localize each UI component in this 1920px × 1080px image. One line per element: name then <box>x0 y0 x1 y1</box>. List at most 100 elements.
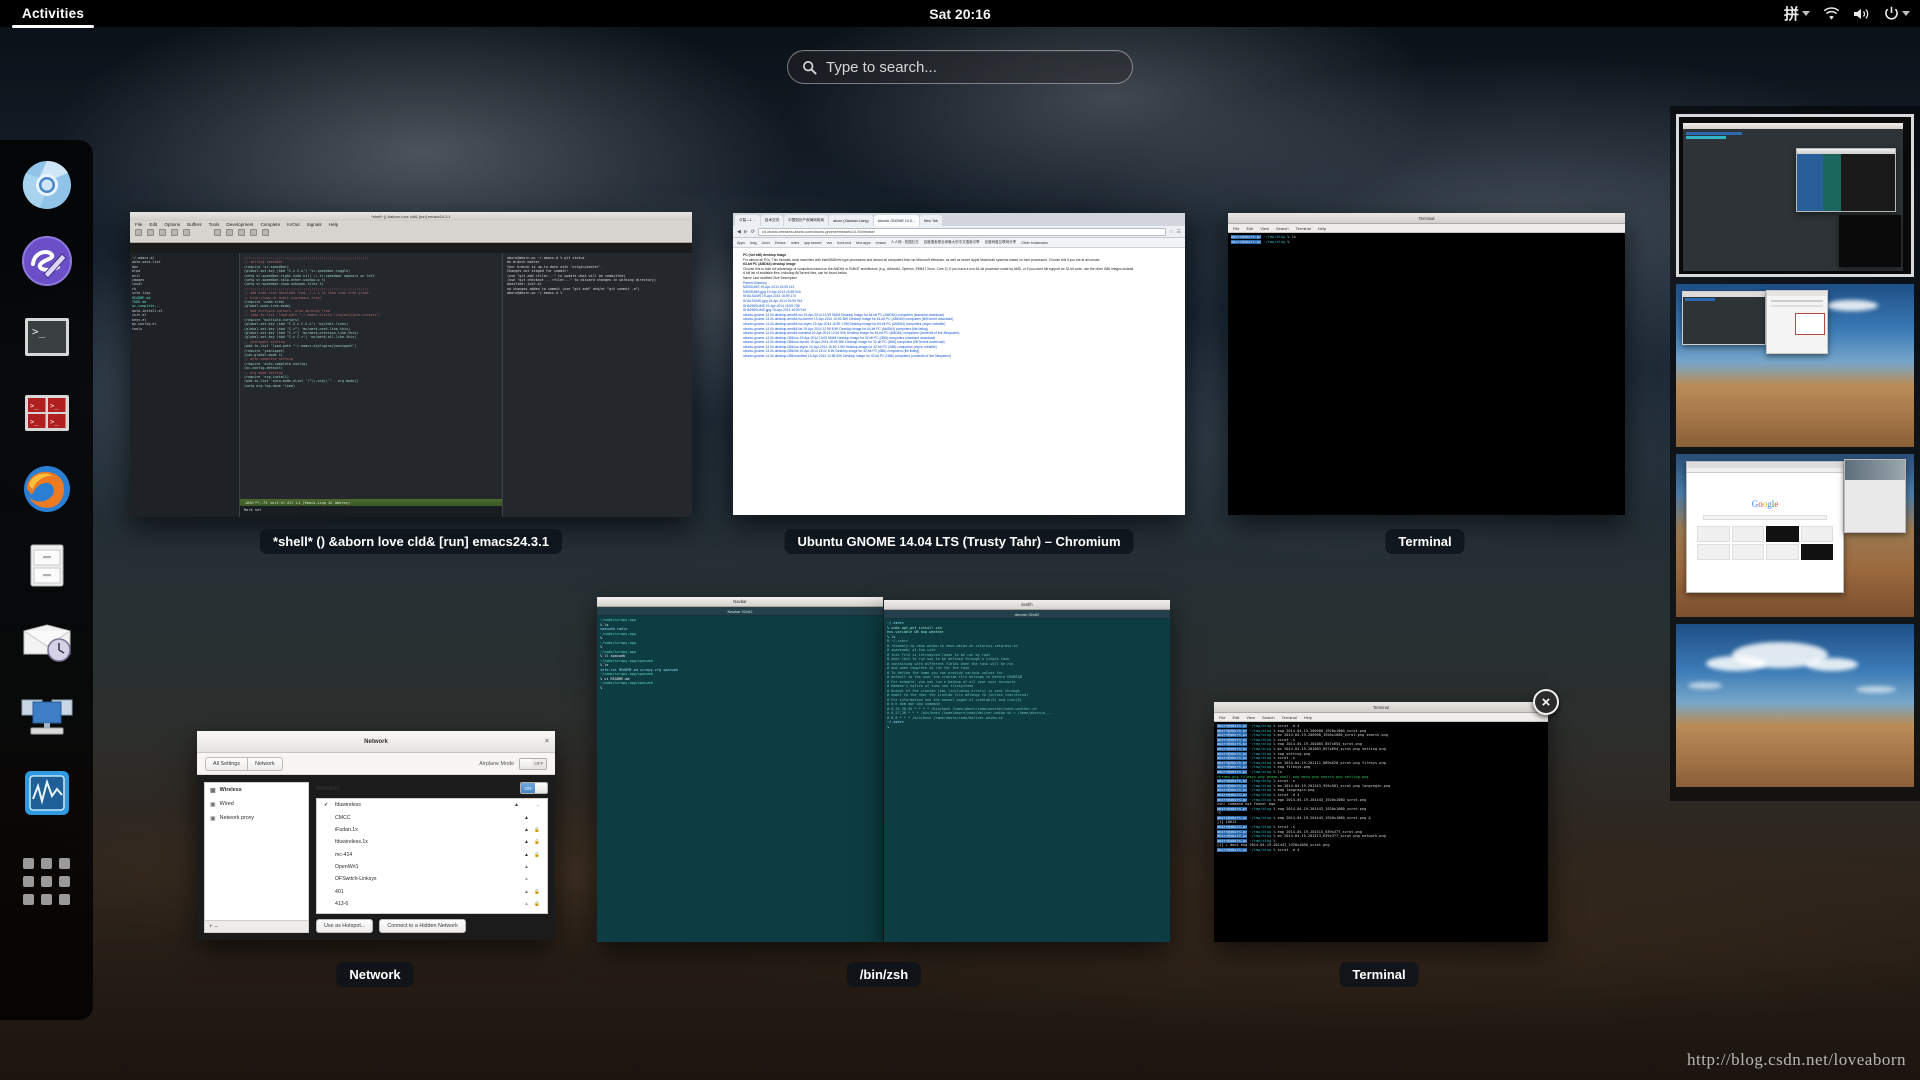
wireless-network-row[interactable]: fduwireless.1x ▲ 🔒 <box>317 836 547 848</box>
window-label-chromium[interactable]: Ubuntu GNOME 14.04 LTS (Trusty Tahr) – C… <box>784 529 1134 554</box>
workspace-thumbnail-4[interactable] <box>1676 624 1914 787</box>
ime-indicator[interactable]: 拼 <box>1784 3 1810 24</box>
emacs-menubar[interactable]: File Edit Options Buffers Tools Development Co… <box>130 221 692 228</box>
terminal-menu-item[interactable]: Help <box>1318 226 1326 231</box>
airplane-mode-toggle[interactable]: OFF <box>519 757 547 770</box>
network-sidebar-item[interactable]: ▣ Network proxy <box>205 811 308 825</box>
window-thumbnail-zsh-left[interactable]: Navbar Navbar 92x52 ~/code/scrapy.app% l… <box>597 597 883 942</box>
toolbar-save-icon[interactable] <box>159 229 166 236</box>
network-button[interactable]: Network <box>247 756 283 771</box>
window-label-zsh[interactable]: /bin/zsh <box>846 962 922 987</box>
remove-connection-button[interactable]: – <box>215 924 218 930</box>
window-thumbnail-zsh-right[interactable]: iteshh devzsh 92x52 ~/.zshrc% sudo apt-g… <box>884 600 1170 942</box>
toolbar-search-icon[interactable] <box>262 229 269 236</box>
window-label-terminal-bottom[interactable]: Terminal <box>1339 962 1419 987</box>
toolbar-paste-icon[interactable] <box>250 229 257 236</box>
network-dialog[interactable]: Network × All Settings Network Airplane … <box>197 731 555 940</box>
toolbar-cut-icon[interactable] <box>226 229 233 236</box>
bookmark-item[interactable]: Other bookmarks <box>1021 241 1048 245</box>
emacs-menu-item[interactable]: Complete <box>260 222 280 227</box>
bookmark-item[interactable]: lang <box>750 241 757 245</box>
bookmark-item[interactable]: emacs <box>876 241 886 245</box>
star-icon[interactable]: ☆ <box>1169 229 1173 235</box>
search-entry[interactable]: Type to search... <box>787 50 1133 84</box>
terminal-menu-item[interactable]: Terminal <box>1282 715 1297 720</box>
dired-entry[interactable]: tools <box>132 327 237 331</box>
terminal-top-output[interactable]: aborn@aborn-pc ~/tmp/blog % ls aborn@abor… <box>1228 233 1625 515</box>
chromium-tab[interactable]: New Tab <box>919 215 942 226</box>
wireless-network-row[interactable]: iFudan.1x ▲ 🔒 <box>317 824 547 836</box>
emacs-toolbar[interactable] <box>130 228 692 237</box>
bookmark-item[interactable]: vue <box>827 241 833 245</box>
wireless-network-row[interactable]: CMCC ▲ <box>317 811 547 823</box>
dock-item-chromium[interactable] <box>20 158 74 212</box>
bookmark-item[interactable]: Emacs <box>775 241 786 245</box>
emacs-menu-item[interactable]: Buffers <box>187 222 201 227</box>
power-indicator[interactable] <box>1884 6 1910 21</box>
workspace-thumbnail-2[interactable] <box>1676 284 1914 447</box>
terminal-top-menubar[interactable]: File Edit View Search Terminal Help <box>1228 224 1625 233</box>
zsh-left-window[interactable]: Navbar Navbar 92x52 ~/code/scrapy.app% l… <box>597 597 883 942</box>
show-applications-button[interactable] <box>23 858 70 905</box>
bookmark-item[interactable]: 人人网 - 校园社交 <box>891 240 919 245</box>
terminal-top-window[interactable]: Terminal File Edit View Search Terminal Help … <box>1228 213 1625 515</box>
terminal-menu-item[interactable]: Help <box>1304 715 1312 720</box>
workspace-thumbnail-3[interactable]: Google <box>1676 454 1914 617</box>
wireless-toggle[interactable]: ON <box>520 782 548 794</box>
chromium-tab[interactable]: 中国知识产权局网络商 <box>784 215 829 226</box>
toolbar-undo-icon[interactable] <box>214 229 221 236</box>
wireless-network-row[interactable]: mc-414 ▲ 🔒 <box>317 849 547 861</box>
workspace-thumbnail-1[interactable] <box>1676 114 1914 277</box>
window-thumbnail-emacs[interactable]: *shell* () &aborn love cld& [run] emacs2… <box>130 212 692 517</box>
bookmark-item[interactable]: app.search <box>804 241 821 245</box>
wireless-network-row[interactable]: 413-6 ▲ 🔒 <box>317 898 547 910</box>
emacs-shell-pane[interactable]: aborn@aborn-pc ~/.emacs.d % git status On… <box>502 253 692 517</box>
emacs-menu-item[interactable]: Options <box>164 222 180 227</box>
close-icon[interactable]: × <box>545 738 549 745</box>
bookmark-item[interactable]: notes <box>791 241 800 245</box>
emacs-code-pane[interactable]: ;;;;;;;;;;;;;;;;;;;;;;;;;;;;;;;;;;;;;;;;… <box>240 253 502 517</box>
bookmark-item[interactable]: 百度网盘互联网分享 <box>985 240 1017 245</box>
close-window-button[interactable]: × <box>1533 689 1559 715</box>
network-sidebar-item[interactable]: ▣ Wired <box>205 797 308 811</box>
wireless-network-row[interactable]: ✔ fduwireless ▲ → <box>317 799 547 811</box>
emacs-menu-item[interactable]: Development <box>226 222 253 227</box>
clock[interactable]: Sat 20:16 <box>929 6 990 22</box>
forward-icon[interactable]: ▶ <box>744 229 748 235</box>
bookmark-item[interactable]: front-end <box>837 241 851 245</box>
connect-hidden-network-button[interactable]: Connect to a Hidden Network <box>379 919 466 933</box>
bookmark-item[interactable]: test-apps <box>856 241 870 245</box>
terminal-bottom-menubar[interactable]: File Edit View Search Terminal Help <box>1214 713 1548 722</box>
window-thumbnail-terminal-top[interactable]: Terminal File Edit View Search Terminal Help … <box>1228 213 1625 515</box>
emacs-menu-item[interactable]: File <box>135 222 142 227</box>
emacs-dired-pane[interactable]: ~/.emacs.d/auto-save-list doc elpa evil imag… <box>130 253 240 517</box>
toolbar-print-icon[interactable] <box>183 229 190 236</box>
dock-item-remote-desktop[interactable] <box>20 690 74 744</box>
network-sidebar[interactable]: ▣ Wireless ▣ Wired ▣ Network proxy + – <box>204 782 309 933</box>
bookmark-item[interactable]: Linux <box>762 241 770 245</box>
window-thumbnail-terminal-bottom[interactable]: Terminal File Edit View Search Terminal Help … <box>1214 702 1548 942</box>
chromium-tabstrip[interactable]: 众智—1 ... 技术交流 中国知识产权局网络商 aborn (Xiaobao Lia… <box>733 213 1185 226</box>
emacs-window[interactable]: *shell* () &aborn love cld& [run] emacs2… <box>130 212 692 517</box>
toolbar-copy-icon[interactable] <box>238 229 245 236</box>
emacs-menu-item[interactable]: Signals <box>307 222 322 227</box>
chromium-tab[interactable]: 众智—1 ... <box>735 215 760 226</box>
terminal-menu-item[interactable]: Terminal <box>1296 226 1311 231</box>
address-bar[interactable]: cd.ubuntu-releases.ubuntu.com/ubuntu-gno… <box>757 227 1167 236</box>
dock-item-terminator[interactable]: >_ >_ >_ >_ <box>20 386 74 440</box>
window-label-network[interactable]: Network <box>336 962 414 987</box>
toolbar-open-icon[interactable] <box>147 229 154 236</box>
chromium-tab[interactable]: Ubuntu GNOME 14.0... <box>873 215 919 226</box>
menu-icon[interactable]: ☰ <box>1177 229 1181 235</box>
terminal-bottom-window[interactable]: Terminal File Edit View Search Terminal Help … <box>1214 702 1548 942</box>
dock-item-terminal[interactable]: >_ <box>20 310 74 364</box>
emacs-menu-item[interactable]: Tools <box>209 222 220 227</box>
wifi-indicator[interactable] <box>1823 6 1840 21</box>
window-label-terminal-top[interactable]: Terminal <box>1385 529 1465 554</box>
terminal-menu-item[interactable]: View <box>1246 715 1255 720</box>
terminal-bottom-output[interactable]: aborn@aborn-pc ~/tmp/blog % scrot -d 4 ab… <box>1214 722 1548 942</box>
toolbar-close-icon[interactable] <box>171 229 178 236</box>
zsh-right-tabbar[interactable]: devzsh 92x52 <box>884 610 1170 619</box>
dock-item-emacs[interactable] <box>20 234 74 288</box>
volume-indicator[interactable] <box>1853 7 1871 21</box>
